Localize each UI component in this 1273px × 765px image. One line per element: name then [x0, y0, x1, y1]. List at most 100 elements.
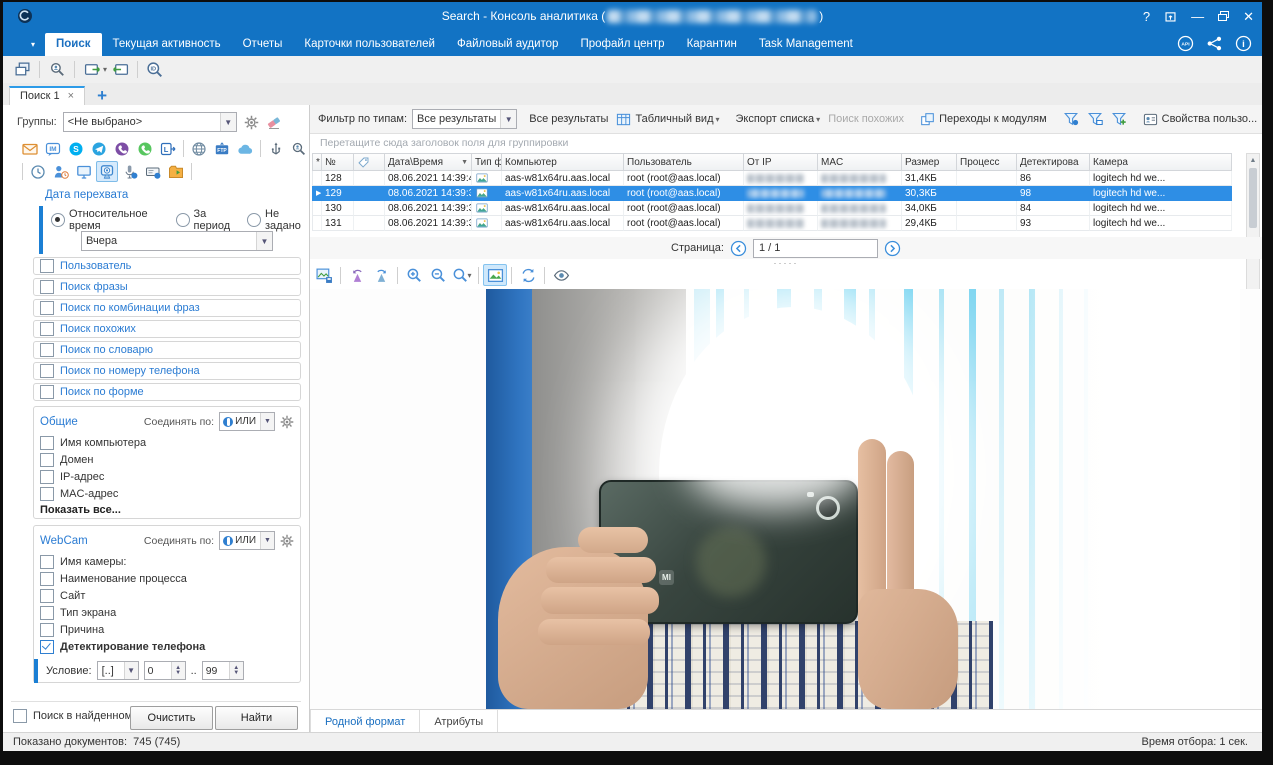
webcam-item-3[interactable]: Сайт [40, 587, 294, 604]
condition-to-spinner[interactable]: 99▲▼ [202, 661, 244, 680]
filter-box-7[interactable]: Поиск по форме [33, 383, 301, 401]
checkbox-icon[interactable] [40, 436, 54, 450]
whatsapp-icon[interactable] [134, 138, 156, 159]
filter-by-computer-icon[interactable] [1087, 111, 1103, 127]
common-item-2[interactable]: Домен [40, 451, 294, 468]
export-tab-caret[interactable]: ▾ [103, 65, 107, 74]
checkbox-icon[interactable] [40, 470, 54, 484]
search-similar-button[interactable]: Поиск похожих [828, 113, 904, 125]
telegram-icon[interactable] [88, 138, 110, 159]
column-header-user[interactable]: Пользователь [624, 153, 744, 171]
restore-button[interactable] [1218, 10, 1229, 23]
zoom-out-button[interactable] [426, 264, 450, 286]
microphone-icon[interactable] [119, 161, 141, 182]
filter-add-icon[interactable] [1111, 111, 1127, 127]
menu-tab-5[interactable]: Файловый аудитор [446, 33, 570, 56]
viewer-tab-2[interactable]: Атрибуты [420, 710, 498, 733]
filter-box-5[interactable]: Поиск по словарю [33, 341, 301, 359]
checkbox-icon[interactable] [40, 301, 54, 315]
webcam-join-combobox[interactable]: ИЛИ▼ [219, 531, 275, 550]
ftp-icon[interactable] [211, 138, 233, 159]
column-header-process[interactable]: Процесс [957, 153, 1017, 171]
find-button[interactable]: Найти [215, 706, 298, 730]
clear-button[interactable]: Очистить [130, 706, 213, 730]
radio-icon[interactable] [247, 213, 261, 227]
groups-combobox[interactable]: <Не выбрано>▼ [63, 112, 237, 132]
skype-icon[interactable] [65, 138, 87, 159]
checkbox-icon[interactable] [40, 259, 54, 273]
checkbox-icon[interactable] [40, 453, 54, 467]
card-device-icon[interactable] [142, 161, 164, 182]
column-header-datetime[interactable]: Дата\Время▼ [385, 153, 472, 171]
condition-from-spinner[interactable]: 0▲▼ [144, 661, 186, 680]
zoom-level-button[interactable]: ▾ [450, 264, 474, 286]
webcam-icon[interactable] [96, 161, 118, 182]
refresh-image-button[interactable] [516, 264, 540, 286]
id-search-button[interactable]: ID [143, 59, 167, 81]
menu-tab-6[interactable]: Профайл центр [569, 33, 675, 56]
common-item-1[interactable]: Имя компьютера [40, 434, 294, 451]
column-header-num[interactable]: № [322, 153, 354, 171]
rotate-right-button[interactable] [369, 264, 393, 286]
add-tab-button[interactable]: + [97, 87, 107, 105]
minimize-button[interactable]: — [1191, 10, 1204, 23]
info-icon[interactable]: i [1235, 35, 1252, 52]
viber-icon[interactable] [111, 138, 133, 159]
checkbox-icon[interactable] [40, 487, 54, 501]
checkbox-icon[interactable] [40, 606, 54, 620]
checkbox-icon[interactable] [40, 589, 54, 603]
preview-eye-icon[interactable] [549, 264, 573, 286]
date-option-2[interactable]: За период [176, 208, 237, 232]
checkbox-icon[interactable] [40, 364, 54, 378]
scroll-up-icon[interactable]: ▲ [1247, 154, 1259, 167]
table-row-130[interactable]: 13008.06.2021 14:39:36aas-w81x64ru.aas.l… [312, 201, 1232, 216]
menu-tab-1[interactable]: Поиск [45, 33, 102, 56]
checkbox-icon[interactable] [40, 322, 54, 336]
webcam-item-5[interactable]: Причина [40, 621, 294, 638]
export-list-button[interactable]: Экспорт списка▾ [736, 113, 821, 125]
common-join-combobox[interactable]: ИЛИ▼ [219, 412, 275, 431]
close-button[interactable]: ✕ [1243, 10, 1254, 23]
app-menu-button[interactable]: ▾ [13, 38, 35, 51]
export-tab-button[interactable] [80, 59, 104, 81]
im-icon[interactable] [42, 138, 64, 159]
pager-prev-button[interactable] [730, 240, 747, 257]
email-icon[interactable] [19, 138, 41, 159]
clock-icon[interactable] [27, 161, 49, 182]
filter-box-6[interactable]: Поиск по номеру телефона [33, 362, 301, 380]
fit-to-window-button[interactable] [483, 264, 507, 286]
webcam-item-1[interactable]: Имя камеры: [40, 553, 294, 570]
webcam-gear-icon[interactable] [280, 534, 294, 548]
windows-layout-button[interactable] [10, 59, 34, 81]
eraser-icon[interactable] [266, 114, 282, 130]
zoom-in-button[interactable] [402, 264, 426, 286]
menu-tab-4[interactable]: Карточки пользователей [293, 33, 446, 56]
close-tab-icon[interactable]: × [68, 90, 74, 102]
table-row-129[interactable]: ▶12908.06.2021 14:39:38aas-w81x64ru.aas.… [312, 186, 1232, 201]
table-row-128[interactable]: 12808.06.2021 14:39:41aas-w81x64ru.aas.l… [312, 171, 1232, 186]
cloud-icon[interactable] [234, 138, 256, 159]
http-icon[interactable] [188, 138, 210, 159]
network-icon[interactable] [1206, 35, 1223, 52]
filter-box-2[interactable]: Поиск фразы [33, 278, 301, 296]
checkbox-icon[interactable] [40, 572, 54, 586]
viewer-tab-1[interactable]: Родной формат [310, 710, 420, 733]
checkbox-icon[interactable] [40, 343, 54, 357]
search-in-found-checkbox[interactable] [13, 709, 27, 723]
column-header-mac[interactable]: MAC [818, 153, 902, 171]
table-view-button[interactable]: Табличный вид▾ [616, 112, 719, 127]
webcam-item-4[interactable]: Тип экрана [40, 604, 294, 621]
common-item-4[interactable]: MAC-адрес [40, 485, 294, 502]
pager-input[interactable]: 1 / 1 [753, 239, 878, 258]
radio-icon[interactable] [51, 213, 65, 227]
menu-tab-2[interactable]: Текущая активность [102, 33, 232, 56]
type-filter-combobox[interactable]: Все результаты▼ [412, 109, 517, 129]
files-icon[interactable] [165, 161, 187, 182]
column-header-detect[interactable]: Детектирова [1017, 153, 1090, 171]
filter-by-user-icon[interactable] [1063, 111, 1079, 127]
common-item-3[interactable]: IP-адрес [40, 468, 294, 485]
column-header-from_ip[interactable]: От IP [744, 153, 818, 171]
user-activity-icon[interactable] [50, 161, 72, 182]
checkbox-icon[interactable] [40, 385, 54, 399]
column-header-camera[interactable]: Камера [1090, 153, 1232, 171]
